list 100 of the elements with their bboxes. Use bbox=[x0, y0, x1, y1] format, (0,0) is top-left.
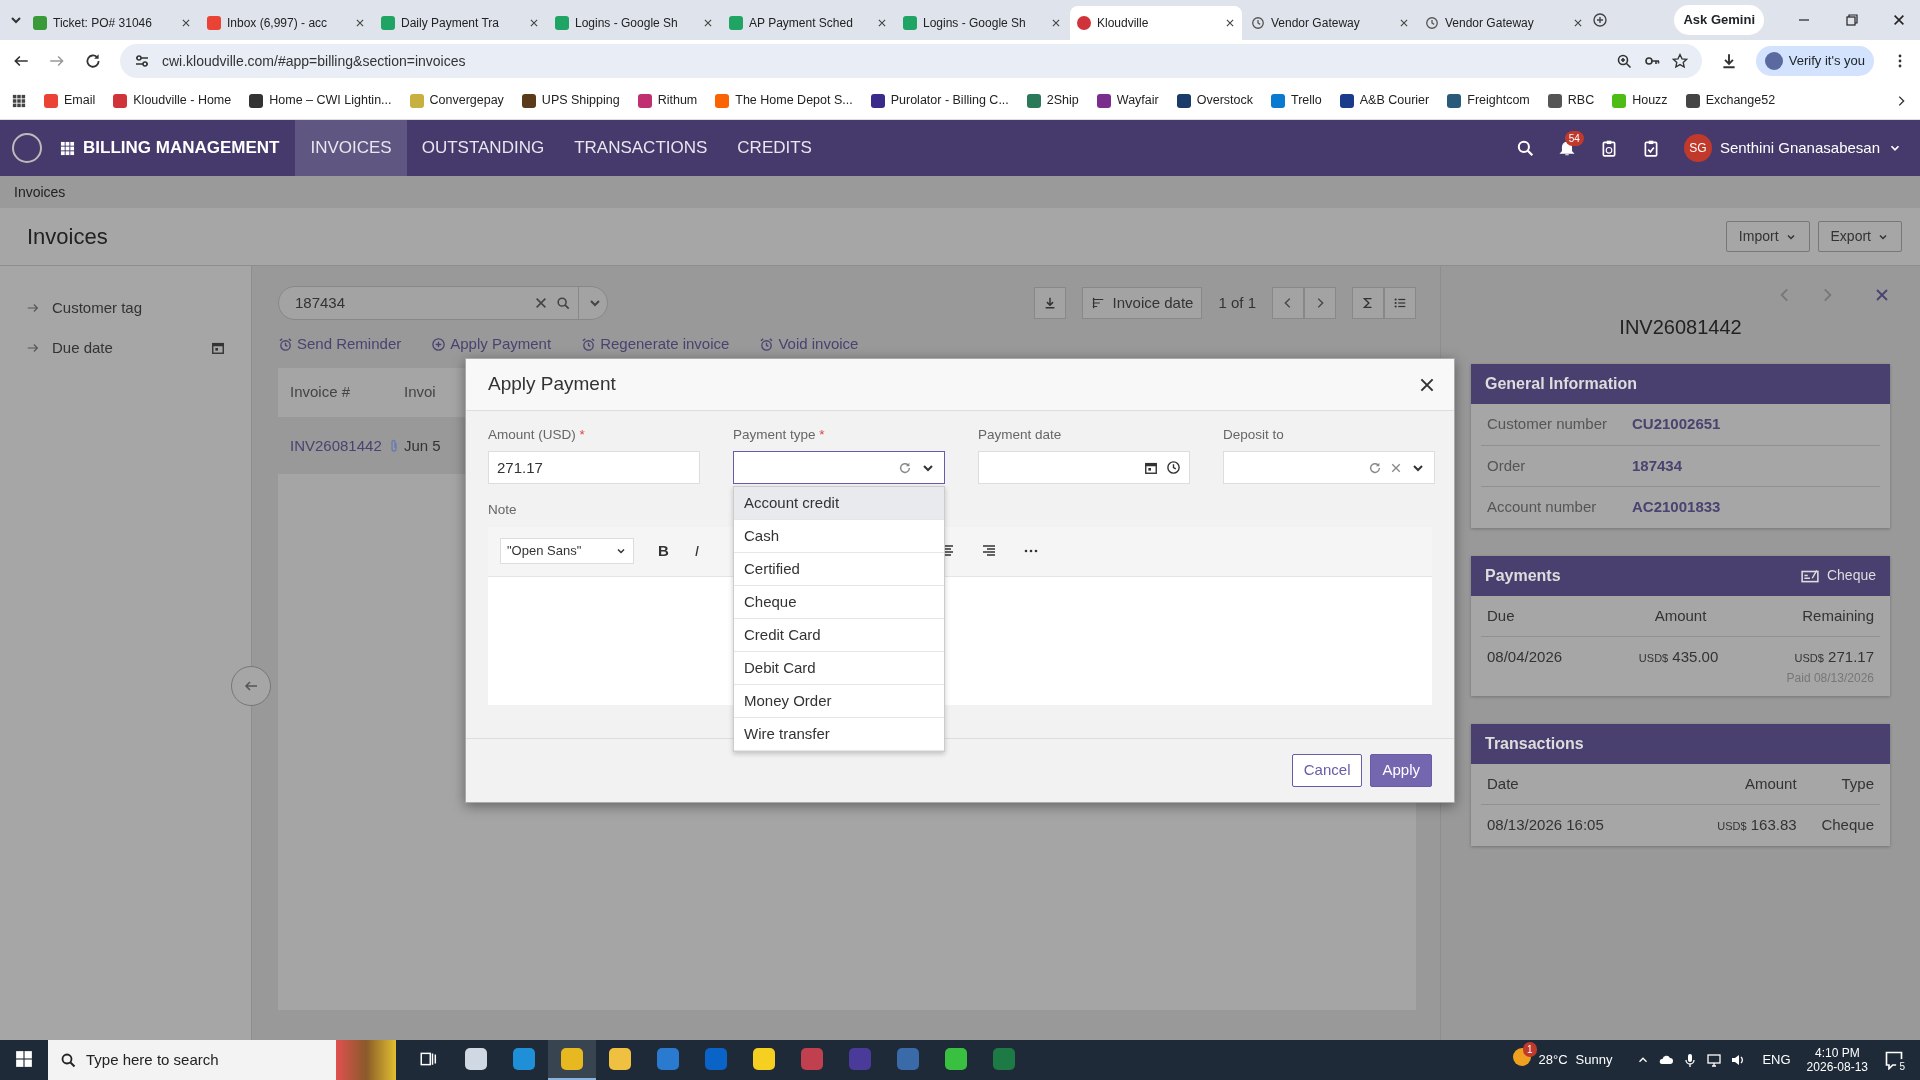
browser-tab[interactable]: Logins - Google Sh bbox=[548, 6, 720, 40]
user-avatar[interactable]: SG bbox=[1683, 134, 1712, 162]
zoom-icon[interactable] bbox=[1615, 53, 1632, 69]
taskbar-app[interactable] bbox=[548, 1040, 596, 1080]
column-header: Amount bbox=[1653, 605, 1708, 626]
dropdown-option[interactable]: Cash bbox=[734, 520, 944, 553]
italic-button[interactable]: I bbox=[692, 539, 701, 563]
bookmark-link[interactable]: Kloudville - Home bbox=[113, 91, 232, 110]
app-grid-icon[interactable] bbox=[60, 140, 75, 156]
dropdown-option[interactable]: Debit Card bbox=[734, 652, 944, 685]
bookmark-link[interactable]: Email bbox=[44, 91, 96, 110]
browser-tab[interactable]: Vendor Gateway bbox=[1418, 6, 1590, 40]
network-icon[interactable] bbox=[1706, 1052, 1723, 1068]
browser-tab[interactable]: Inbox (6,997) - acc bbox=[200, 6, 372, 40]
header-button[interactable]: Import bbox=[1725, 221, 1810, 252]
header-button[interactable]: Export bbox=[1817, 221, 1902, 252]
bookmark-link[interactable]: Rithum bbox=[637, 91, 698, 110]
select-field[interactable] bbox=[733, 451, 945, 485]
bookmark-link[interactable]: Houzz bbox=[1612, 91, 1668, 110]
search-field[interactable]: 187434 bbox=[278, 286, 608, 320]
cancel-button[interactable]: Cancel bbox=[1291, 754, 1363, 787]
clear-icon[interactable] bbox=[534, 296, 548, 310]
close-tab-icon[interactable] bbox=[1225, 18, 1235, 28]
sum-button[interactable] bbox=[1352, 287, 1384, 319]
close-tab-icon[interactable] bbox=[355, 18, 365, 28]
calendar-icon[interactable] bbox=[211, 341, 225, 355]
clock-text[interactable]: 4:10 PM 2026-08-13 bbox=[1806, 1045, 1868, 1075]
browser-tab[interactable]: Kloudville bbox=[1070, 6, 1242, 40]
verify-button[interactable]: Verify it's you bbox=[1755, 46, 1874, 76]
download-button[interactable] bbox=[1033, 287, 1066, 319]
bookmark-star-icon[interactable] bbox=[1671, 53, 1688, 69]
field-label: Payment date bbox=[978, 426, 1062, 444]
restore-icon[interactable] bbox=[1844, 12, 1860, 28]
bookmark-link[interactable]: The Home Depot S... bbox=[715, 91, 853, 110]
browser-tab[interactable]: Daily Payment Tra bbox=[374, 6, 546, 40]
bookmark-link[interactable]: RBC bbox=[1547, 91, 1595, 110]
apps-icon[interactable] bbox=[12, 93, 26, 108]
browser-tab[interactable]: Logins - Google Sh bbox=[896, 6, 1068, 40]
card-header: General Information bbox=[1471, 364, 1890, 404]
date-field[interactable] bbox=[978, 451, 1190, 485]
brand-title: BILLING MANAGEMENT bbox=[83, 137, 280, 160]
close-window-icon[interactable] bbox=[1892, 13, 1906, 27]
arrow-icon bbox=[26, 341, 40, 355]
nav-tab[interactable]: OUTSTANDING bbox=[406, 120, 560, 176]
notifications-icon[interactable] bbox=[1884, 1050, 1904, 1070]
dropdown-option[interactable]: Account credit bbox=[734, 487, 944, 520]
notification-count: 54 bbox=[1564, 131, 1584, 146]
close-tab-icon[interactable] bbox=[1399, 18, 1409, 28]
bookmark-link[interactable]: Overstock bbox=[1176, 91, 1253, 110]
close-tab-icon[interactable] bbox=[529, 18, 539, 28]
filter-item[interactable]: Due date bbox=[26, 328, 225, 368]
dropdown-option[interactable]: Certified bbox=[734, 553, 944, 586]
browser-tab[interactable]: Vendor Gateway bbox=[1244, 6, 1416, 40]
bookmark-link[interactable]: 2Ship bbox=[1026, 91, 1079, 110]
logo-icon[interactable] bbox=[12, 133, 42, 163]
close-tab-icon[interactable] bbox=[877, 18, 887, 28]
browser-tab[interactable]: AP Payment Sched bbox=[722, 6, 894, 40]
new-tab-icon[interactable] bbox=[1592, 12, 1608, 28]
user-name[interactable]: Senthini Gnanasabesan bbox=[1719, 136, 1880, 160]
site-icon bbox=[1077, 16, 1091, 30]
filter-item[interactable]: Customer tag bbox=[26, 288, 225, 328]
nav-tab[interactable]: TRANSACTIONS bbox=[559, 120, 723, 176]
dropdown-option[interactable]: Wire transfer bbox=[734, 718, 944, 751]
dropdown-option[interactable]: Money Order bbox=[734, 685, 944, 718]
bookmark-link[interactable]: Freightcom bbox=[1447, 91, 1530, 110]
nav-tab[interactable]: CREDITS bbox=[722, 120, 827, 176]
input-field[interactable]: 271.17 bbox=[488, 451, 700, 485]
bookmark-link[interactable]: Wayfair bbox=[1096, 91, 1159, 110]
bookmark-link[interactable]: UPS Shipping bbox=[521, 91, 620, 110]
bookmark-link[interactable]: Trello bbox=[1270, 91, 1322, 110]
app-icon bbox=[801, 1048, 823, 1070]
browser-tab[interactable]: Ticket: PO# 31046 bbox=[26, 6, 198, 40]
apply-button[interactable]: Apply bbox=[1370, 754, 1432, 787]
bold-button[interactable]: B bbox=[656, 539, 671, 563]
font-select[interactable]: "Open Sans" bbox=[500, 538, 634, 564]
bookmark-link[interactable]: Home – CWI Lightin... bbox=[249, 91, 392, 110]
clear-icon bbox=[1390, 461, 1402, 474]
close-tab-icon[interactable] bbox=[1573, 18, 1583, 28]
ask-gemini-button[interactable]: Ask Gemini bbox=[1674, 5, 1764, 35]
bookmark-link[interactable]: Exchange52 bbox=[1685, 91, 1776, 110]
sort-button[interactable]: Invoice date bbox=[1081, 287, 1203, 319]
refresh-icon bbox=[898, 460, 912, 475]
search-icon bbox=[60, 1052, 76, 1068]
search-icon[interactable] bbox=[1515, 139, 1534, 157]
close-tab-icon[interactable] bbox=[1051, 18, 1061, 28]
site-info-icon[interactable] bbox=[134, 53, 150, 69]
dropdown-option[interactable]: Credit Card bbox=[734, 619, 944, 652]
close-tab-icon[interactable] bbox=[181, 18, 191, 28]
bookmark-link[interactable]: Convergepay bbox=[409, 91, 504, 110]
language-indicator[interactable]: ENG bbox=[1762, 1050, 1791, 1070]
dropdown-option[interactable]: Cheque bbox=[734, 586, 944, 619]
bookmark-link[interactable]: A&B Courier bbox=[1339, 91, 1430, 110]
url-text[interactable]: cwi.kloudville.com/#app=billing&section=invoices bbox=[162, 50, 466, 72]
reload-icon[interactable] bbox=[84, 52, 102, 70]
close-tab-icon[interactable] bbox=[703, 18, 713, 28]
list-view-button[interactable] bbox=[1384, 287, 1416, 319]
taskbar-search-field[interactable]: Type here to search bbox=[48, 1040, 336, 1080]
bookmark-link[interactable]: Purolator - Billing C... bbox=[870, 91, 1009, 110]
cheque-link[interactable]: Cheque bbox=[1800, 565, 1876, 586]
nav-tab[interactable]: INVOICES bbox=[295, 120, 407, 176]
